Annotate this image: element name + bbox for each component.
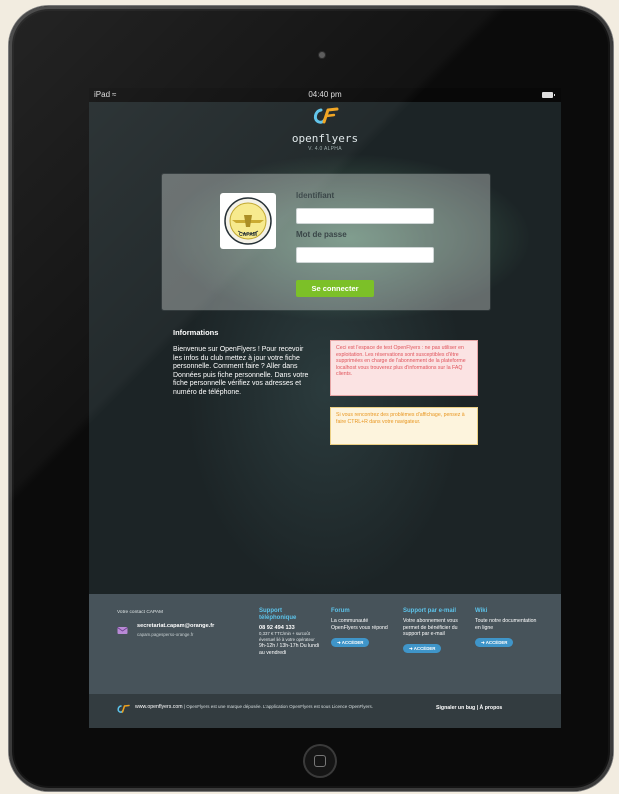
forum-title: Forum: [331, 608, 350, 614]
footer-bottom-bar: www.openflyers.com | OpenFlyers est une …: [89, 694, 561, 728]
login-panel: CAPAM Identifiant Mot de passe Se connec…: [162, 174, 490, 310]
bug-about-links[interactable]: Signaler un bug | À propos: [436, 705, 502, 711]
informations-title: Informations: [173, 328, 219, 337]
arrow-right-icon: ➜: [409, 646, 413, 652]
contact-email-link[interactable]: secretariat.capam@orange.fr: [137, 623, 214, 629]
arrow-right-icon: ➜: [481, 639, 485, 645]
footer: Votre contact CAPAM secretariat.capam@or…: [89, 594, 561, 694]
footer-legal-text: | OpenFlyers est une marque déposée. L'a…: [183, 704, 373, 709]
wiki-access-label: ACCÉDER: [485, 639, 508, 645]
phone-support-title: Support téléphonique: [259, 608, 297, 622]
password-label: Mot de passe: [296, 230, 347, 239]
status-bar: iPad ≈ 04:40 pm: [89, 88, 561, 102]
identifiant-label: Identifiant: [296, 191, 335, 200]
home-button[interactable]: [303, 744, 337, 778]
envelope-icon: [117, 627, 128, 634]
version-label: V. 4.0 ALPHA: [308, 146, 342, 152]
club-logo: CAPAM: [220, 193, 276, 249]
openflyers-logo-icon: [313, 107, 339, 124]
test-warning-alert: Ceci est l'espace de test OpenFlyers : n…: [330, 340, 478, 396]
app-logo: openflyers V. 4.0 ALPHA: [285, 106, 365, 152]
camera-icon: [319, 52, 325, 58]
identifiant-input[interactable]: [296, 208, 434, 224]
phone-rate: 0,337 € TTC/min + surcoût éventuel lié à…: [259, 631, 315, 642]
phone-support-column: Support téléphonique 08 92 494 133 0,337…: [259, 608, 319, 656]
wiki-title: Wiki: [475, 608, 488, 614]
logo-name: openflyers: [291, 132, 359, 145]
home-square-icon: [314, 755, 326, 767]
password-input[interactable]: [296, 247, 434, 263]
email-support-column: Support par e-mail Votre abonnement vous…: [403, 608, 465, 655]
email-support-text: Votre abonnement vous permet de bénéfici…: [403, 618, 458, 637]
email-support-access-button[interactable]: ➜ ACCÉDER: [403, 644, 442, 654]
forum-column: Forum La communauté OpenFlyers vous répo…: [331, 608, 391, 649]
status-time: 04:40 pm: [308, 90, 342, 99]
club-logo-text: CAPAM: [239, 232, 257, 238]
wiki-access-button[interactable]: ➜ ACCÉDER: [475, 637, 514, 647]
wiki-column: Wiki Toute notre documentation en ligne …: [475, 608, 537, 649]
email-support-access-label: ACCÉDER: [413, 646, 436, 652]
forum-text: La communauté OpenFlyers vous répond: [331, 618, 388, 631]
openflyers-small-logo-icon: [117, 704, 130, 713]
battery-icon: [542, 92, 555, 98]
email-support-title: Support par e-mail: [403, 608, 457, 614]
contact-heading: Votre contact CAPAM: [117, 610, 164, 615]
forum-access-button[interactable]: ➜ ACCÉDER: [331, 637, 370, 647]
arrow-right-icon: ➜: [337, 639, 341, 645]
refresh-tip-alert: Si vous rencontrez des problèmes d'affic…: [330, 407, 478, 445]
footer-legal: www.openflyers.com | OpenFlyers est une …: [135, 704, 445, 710]
capam-badge-icon: CAPAM: [224, 197, 272, 245]
ipad-frame: iPad ≈ 04:40 pm openflyers V. 4.0 ALPHA: [9, 6, 613, 791]
forum-access-label: ACCÉDER: [341, 639, 364, 645]
informations-text: Bienvenue sur OpenFlyers ! Pour recevoir…: [173, 346, 309, 396]
phone-hours: 9h-12h / 13h-17h Du lundi au vendredi: [259, 643, 319, 656]
login-button[interactable]: Se connecter: [296, 280, 374, 297]
contact-site-link[interactable]: capam.pagesperso-orange.fr: [137, 632, 193, 637]
footer-site-link[interactable]: www.openflyers.com: [135, 704, 183, 710]
app-screen: iPad ≈ 04:40 pm openflyers V. 4.0 ALPHA: [89, 88, 561, 728]
wiki-text: Toute notre documentation en ligne: [475, 618, 537, 631]
